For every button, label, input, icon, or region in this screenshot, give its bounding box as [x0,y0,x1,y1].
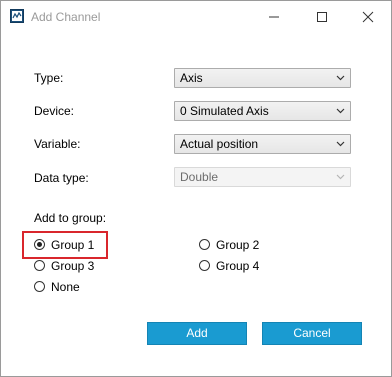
add-channel-dialog: Add Channel Type: Axis Device: 0 Simulat… [0,0,392,377]
variable-label: Variable: [34,137,81,151]
chevron-down-icon [336,174,345,180]
device-value: 0 Simulated Axis [180,104,269,118]
title-bar[interactable]: Add Channel [1,1,391,32]
chevron-down-icon [336,108,345,114]
device-label: Device: [34,104,75,118]
radio-button [199,260,210,271]
chevron-down-icon [336,141,345,147]
data-type-dropdown: Double [174,167,351,187]
minimize-button[interactable] [251,1,297,32]
radio-button [34,260,45,271]
cancel-button[interactable]: Cancel [262,322,362,345]
window-title: Add Channel [31,10,101,24]
maximize-icon [317,12,327,22]
close-icon [362,11,374,23]
radio-button [199,239,210,250]
radio-label: None [51,280,80,294]
maximize-button[interactable] [299,1,345,32]
radio-label: Group 1 [51,238,95,252]
radio-label: Group 3 [51,259,95,273]
radio-button [34,239,45,250]
type-value: Axis [180,71,203,85]
radio-button [34,281,45,292]
radio-label: Group 4 [216,259,260,273]
data-type-value: Double [180,170,219,184]
type-dropdown[interactable]: Axis [174,68,351,88]
radio-label: Group 2 [216,238,260,252]
add-button[interactable]: Add [147,322,247,345]
data-type-label: Data type: [34,171,89,185]
chevron-down-icon [336,75,345,81]
close-button[interactable] [345,1,391,32]
device-dropdown[interactable]: 0 Simulated Axis [174,101,351,121]
radio-selected-dot [37,242,42,247]
variable-dropdown[interactable]: Actual position [174,134,351,154]
minimize-icon [269,16,279,18]
app-window-icon [10,9,24,23]
type-label: Type: [34,71,64,85]
variable-value: Actual position [180,137,259,151]
add-to-group-label: Add to group: [34,211,107,225]
